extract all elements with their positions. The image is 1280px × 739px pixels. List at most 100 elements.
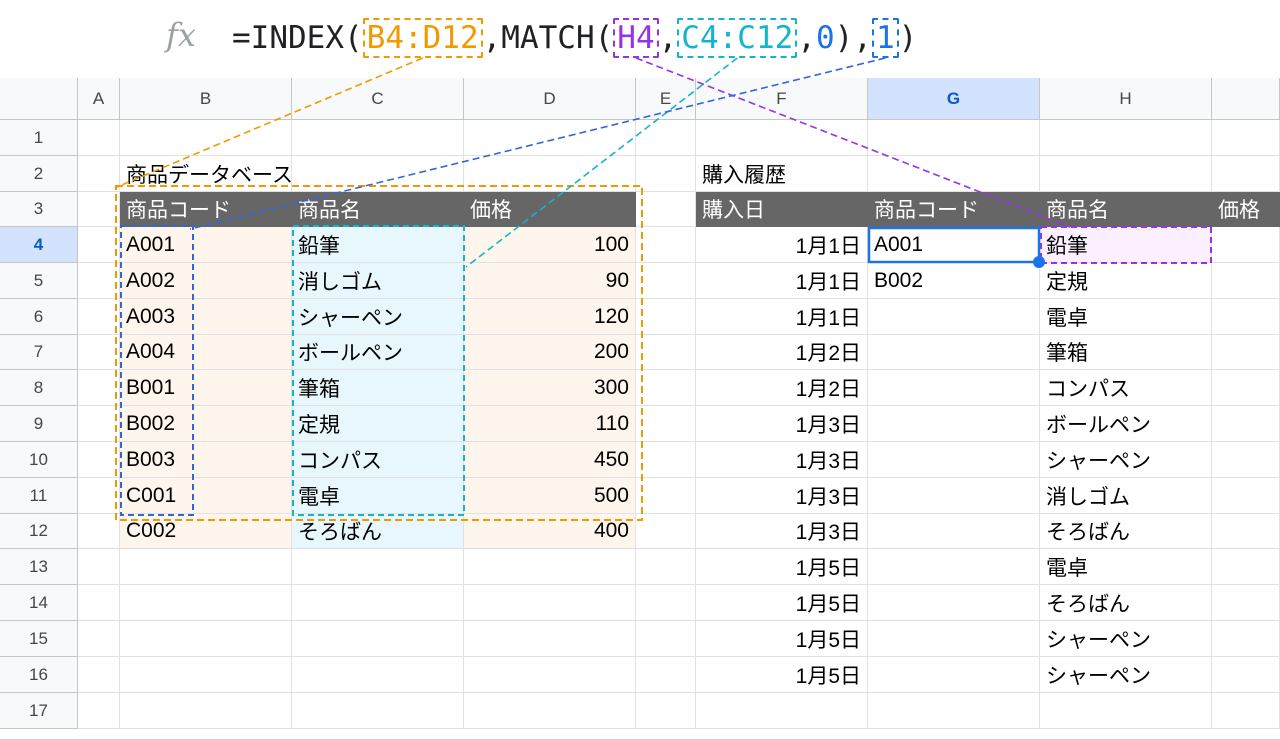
cell-h8[interactable]: コンパス: [1040, 370, 1212, 406]
cell-i3[interactable]: 価格: [1212, 192, 1280, 227]
cell-c4[interactable]: 鉛筆: [292, 227, 464, 263]
row-header-8[interactable]: 8: [0, 370, 78, 406]
cell-b13[interactable]: [120, 549, 292, 585]
cell-h15[interactable]: シャーペン: [1040, 621, 1212, 657]
cell-e2[interactable]: [636, 156, 696, 192]
cell-i4[interactable]: [1212, 227, 1280, 263]
cell-e13[interactable]: [636, 549, 696, 585]
cell-h9[interactable]: ボールペン: [1040, 406, 1212, 442]
cell-f17[interactable]: [696, 693, 868, 729]
cell-i14[interactable]: [1212, 585, 1280, 621]
cell-d9[interactable]: 110: [464, 406, 636, 442]
cell-i17[interactable]: [1212, 693, 1280, 729]
cell-f12[interactable]: 1月3日: [696, 514, 868, 549]
cell-a9[interactable]: [78, 406, 120, 442]
cell-c14[interactable]: [292, 585, 464, 621]
cell-f15[interactable]: 1月5日: [696, 621, 868, 657]
row-header-2[interactable]: 2: [0, 156, 78, 192]
cell-b5[interactable]: A002: [120, 263, 292, 299]
cell-f9[interactable]: 1月3日: [696, 406, 868, 442]
cell-f10[interactable]: 1月3日: [696, 442, 868, 478]
row-header-3[interactable]: 3: [0, 192, 78, 227]
cell-d5[interactable]: 90: [464, 263, 636, 299]
cell-i16[interactable]: [1212, 657, 1280, 693]
cell-h17[interactable]: [1040, 693, 1212, 729]
cell-c13[interactable]: [292, 549, 464, 585]
cell-b6[interactable]: A003: [120, 299, 292, 335]
cell-d12[interactable]: 400: [464, 514, 636, 549]
cell-c10[interactable]: コンパス: [292, 442, 464, 478]
column-header-next[interactable]: [1212, 78, 1280, 120]
cell-e1[interactable]: [636, 120, 696, 156]
cell-i6[interactable]: [1212, 299, 1280, 335]
cell-g10[interactable]: [868, 442, 1040, 478]
cell-a4[interactable]: [78, 227, 120, 263]
column-header-b[interactable]: B: [120, 78, 292, 120]
cell-b9[interactable]: B002: [120, 406, 292, 442]
select-all-corner[interactable]: [0, 78, 78, 120]
cell-e16[interactable]: [636, 657, 696, 693]
cell-a16[interactable]: [78, 657, 120, 693]
cell-h12[interactable]: そろばん: [1040, 514, 1212, 549]
cell-b16[interactable]: [120, 657, 292, 693]
cell-d4[interactable]: 100: [464, 227, 636, 263]
cell-g12[interactable]: [868, 514, 1040, 549]
cell-c1[interactable]: [292, 120, 464, 156]
cell-g8[interactable]: [868, 370, 1040, 406]
row-header-14[interactable]: 14: [0, 585, 78, 621]
cell-c2[interactable]: [292, 156, 464, 192]
column-header-f[interactable]: F: [696, 78, 868, 120]
cell-b17[interactable]: [120, 693, 292, 729]
cell-d6[interactable]: 120: [464, 299, 636, 335]
cell-i10[interactable]: [1212, 442, 1280, 478]
cell-e3[interactable]: [636, 192, 696, 227]
cell-a2[interactable]: [78, 156, 120, 192]
cell-e15[interactable]: [636, 621, 696, 657]
cell-g13[interactable]: [868, 549, 1040, 585]
cell-e4[interactable]: [636, 227, 696, 263]
cell-e11[interactable]: [636, 478, 696, 514]
cell-b3[interactable]: 商品コード: [120, 192, 292, 227]
cell-f16[interactable]: 1月5日: [696, 657, 868, 693]
row-header-13[interactable]: 13: [0, 549, 78, 585]
cell-d11[interactable]: 500: [464, 478, 636, 514]
cell-c11[interactable]: 電卓: [292, 478, 464, 514]
column-header-e[interactable]: E: [636, 78, 696, 120]
cell-a5[interactable]: [78, 263, 120, 299]
cell-c3[interactable]: 商品名: [292, 192, 464, 227]
row-header-6[interactable]: 6: [0, 299, 78, 335]
cell-d3[interactable]: 価格: [464, 192, 636, 227]
cell-b10[interactable]: B003: [120, 442, 292, 478]
cell-a3[interactable]: [78, 192, 120, 227]
cell-a15[interactable]: [78, 621, 120, 657]
column-header-g[interactable]: G: [868, 78, 1040, 120]
cell-i13[interactable]: [1212, 549, 1280, 585]
cell-b11[interactable]: C001: [120, 478, 292, 514]
cell-i7[interactable]: [1212, 335, 1280, 370]
cell-i15[interactable]: [1212, 621, 1280, 657]
cell-g7[interactable]: [868, 335, 1040, 370]
cell-h11[interactable]: 消しゴム: [1040, 478, 1212, 514]
row-header-5[interactable]: 5: [0, 263, 78, 299]
column-header-h[interactable]: H: [1040, 78, 1212, 120]
cell-f13[interactable]: 1月5日: [696, 549, 868, 585]
cell-f4[interactable]: 1月1日: [696, 227, 868, 263]
cell-g15[interactable]: [868, 621, 1040, 657]
cell-i12[interactable]: [1212, 514, 1280, 549]
cell-d13[interactable]: [464, 549, 636, 585]
cell-g16[interactable]: [868, 657, 1040, 693]
cell-h7[interactable]: 筆箱: [1040, 335, 1212, 370]
cell-b4[interactable]: A001: [120, 227, 292, 263]
cell-d17[interactable]: [464, 693, 636, 729]
cell-e5[interactable]: [636, 263, 696, 299]
cell-a10[interactable]: [78, 442, 120, 478]
cell-c5[interactable]: 消しゴム: [292, 263, 464, 299]
cell-b15[interactable]: [120, 621, 292, 657]
cell-a6[interactable]: [78, 299, 120, 335]
cell-d10[interactable]: 450: [464, 442, 636, 478]
cell-a14[interactable]: [78, 585, 120, 621]
cell-d8[interactable]: 300: [464, 370, 636, 406]
cell-h14[interactable]: そろばん: [1040, 585, 1212, 621]
cell-g1[interactable]: [868, 120, 1040, 156]
cell-c9[interactable]: 定規: [292, 406, 464, 442]
